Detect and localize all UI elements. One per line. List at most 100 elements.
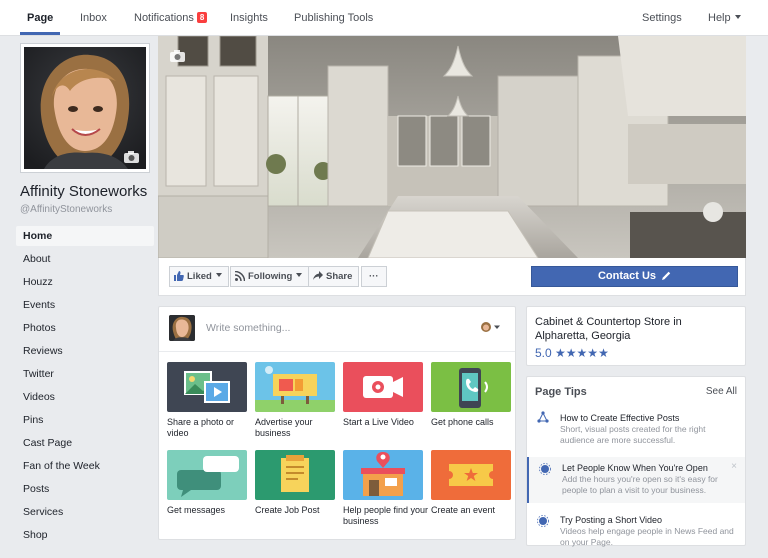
tab-page[interactable]: Page bbox=[27, 12, 53, 24]
page-title[interactable]: Affinity Stoneworks bbox=[20, 183, 147, 200]
contact-us-button[interactable]: Contact Us bbox=[531, 266, 738, 287]
create-event-tile[interactable] bbox=[431, 450, 511, 500]
tip-title: Try Posting a Short Video bbox=[560, 515, 663, 525]
avatar-small-icon bbox=[481, 322, 500, 332]
chevron-down-icon bbox=[734, 15, 741, 19]
page-tips-heading: Page Tips bbox=[535, 386, 587, 398]
camera-icon[interactable] bbox=[170, 50, 185, 65]
sidebar-item-photos[interactable]: Photos bbox=[16, 318, 154, 338]
tab-publishing-tools[interactable]: Publishing Tools bbox=[294, 12, 373, 24]
page-rating[interactable]: 5.0 ★★★★★ bbox=[535, 346, 609, 360]
tip-item[interactable]: Try Posting a Short Video Videos help en… bbox=[527, 509, 745, 547]
share-photo-video-tile[interactable] bbox=[167, 362, 247, 412]
tab-settings[interactable]: Settings bbox=[642, 12, 682, 24]
rss-icon bbox=[234, 270, 246, 282]
sidebar-item-pins[interactable]: Pins bbox=[16, 410, 154, 430]
write-something-input[interactable]: Write something... bbox=[206, 322, 290, 334]
get-phone-calls-label: Get phone calls bbox=[431, 417, 494, 427]
sidebar-item-houzz[interactable]: Houzz bbox=[16, 272, 154, 292]
get-messages-tile[interactable] bbox=[167, 450, 247, 500]
tab-notifications[interactable]: Notifications 8 bbox=[134, 12, 208, 24]
live-video-camera-icon bbox=[363, 376, 403, 398]
network-icon bbox=[537, 411, 549, 426]
page-action-bar: Liked Following Share ··· Contact Us bbox=[158, 258, 746, 296]
share-arrow-icon bbox=[313, 271, 323, 280]
clock-icon bbox=[539, 463, 551, 478]
following-label: Following bbox=[248, 271, 293, 282]
sidebar-item-cast-page[interactable]: Cast Page bbox=[16, 433, 154, 453]
start-live-video-label: Start a Live Video bbox=[343, 417, 414, 427]
divider bbox=[159, 351, 515, 352]
get-phone-calls-tile[interactable] bbox=[431, 362, 511, 412]
share-button[interactable]: Share bbox=[308, 266, 360, 287]
sidebar-item-services[interactable]: Services bbox=[16, 502, 154, 522]
left-column: Affinity Stoneworks @AffinityStoneworks … bbox=[12, 36, 158, 558]
create-event-label: Create an event bbox=[431, 505, 496, 515]
page-category[interactable]: Cabinet & Countertop Store in Alpharetta… bbox=[535, 315, 735, 343]
help-people-find-label: Help people find your business bbox=[343, 505, 429, 526]
active-tab-indicator bbox=[20, 32, 60, 35]
tip-item-highlighted[interactable]: Let People Know When You're Open Add the… bbox=[527, 457, 745, 503]
chat-bubbles-icon bbox=[177, 456, 239, 497]
tip-title: How to Create Effective Posts bbox=[560, 413, 680, 423]
avatar bbox=[169, 315, 195, 341]
create-job-post-label: Create Job Post bbox=[255, 505, 320, 515]
cover-photo[interactable] bbox=[158, 36, 746, 258]
ticket-icon bbox=[449, 464, 493, 486]
following-button[interactable]: Following bbox=[230, 266, 310, 287]
sidebar-item-posts[interactable]: Posts bbox=[16, 479, 154, 499]
profile-picture[interactable] bbox=[21, 44, 149, 172]
rating-value: 5.0 bbox=[535, 346, 552, 360]
sidebar-item-about[interactable]: About bbox=[16, 249, 154, 269]
sidebar-item-fan-of-the-week[interactable]: Fan of the Week bbox=[16, 456, 154, 476]
get-messages-label: Get messages bbox=[167, 505, 226, 515]
tip-title: Let People Know When You're Open bbox=[562, 463, 708, 473]
profile-photo bbox=[24, 47, 146, 169]
help-people-find-tile[interactable] bbox=[343, 450, 423, 500]
share-photo-video-label: Share a photo or video bbox=[167, 417, 235, 438]
storefront-icon bbox=[361, 452, 405, 496]
billboard-icon bbox=[255, 366, 335, 412]
video-tip-icon bbox=[537, 515, 549, 530]
chevron-down-icon bbox=[215, 273, 222, 277]
advertise-business-tile[interactable] bbox=[255, 362, 335, 412]
rating-stars: ★★★★★ bbox=[555, 346, 609, 360]
tab-insights[interactable]: Insights bbox=[230, 12, 268, 24]
tip-description: Add the hours you're open so it's easy f… bbox=[562, 474, 718, 495]
more-options-button[interactable]: ··· bbox=[361, 266, 387, 287]
chevron-down-icon bbox=[296, 273, 303, 277]
post-composer: Write something... Share a photo or vide… bbox=[158, 306, 516, 540]
page-tips-card: Page Tips See All How to Create Effectiv… bbox=[526, 376, 746, 547]
thumbs-up-icon bbox=[174, 271, 184, 281]
sidebar-item-twitter[interactable]: Twitter bbox=[16, 364, 154, 384]
sidebar-item-videos[interactable]: Videos bbox=[16, 387, 154, 407]
share-label: Share bbox=[326, 271, 353, 282]
sidebar-item-reviews[interactable]: Reviews bbox=[16, 341, 154, 361]
advertise-business-label: Advertise your business bbox=[255, 417, 313, 438]
page-info-card: Cabinet & Countertop Store in Alpharetta… bbox=[526, 306, 746, 366]
sidebar-item-shop[interactable]: Shop bbox=[16, 525, 154, 545]
tab-inbox[interactable]: Inbox bbox=[80, 12, 107, 24]
help-label: Help bbox=[708, 12, 731, 24]
phone-icon bbox=[459, 368, 488, 408]
post-as-selector[interactable] bbox=[481, 322, 501, 335]
see-all-link[interactable]: See All bbox=[706, 386, 737, 397]
tip-item[interactable]: How to Create Effective Posts Short, vis… bbox=[527, 407, 745, 451]
close-icon[interactable]: × bbox=[731, 461, 737, 472]
notifications-label: Notifications bbox=[134, 12, 194, 24]
page-handle[interactable]: @AffinityStoneworks bbox=[20, 204, 112, 215]
tip-description: Videos help engage people in News Feed a… bbox=[560, 526, 734, 547]
create-job-post-tile[interactable] bbox=[255, 450, 335, 500]
contact-us-label: Contact Us bbox=[597, 270, 656, 282]
liked-button[interactable]: Liked bbox=[169, 266, 229, 287]
sidebar-item-events[interactable]: Events bbox=[16, 295, 154, 315]
liked-label: Liked bbox=[187, 271, 212, 282]
top-nav: Page Inbox Notifications 8 Insights Publi… bbox=[0, 0, 768, 36]
job-post-icon bbox=[281, 455, 309, 492]
tab-help[interactable]: Help bbox=[708, 12, 741, 24]
start-live-video-tile[interactable] bbox=[343, 362, 423, 412]
cover-image bbox=[158, 36, 746, 258]
notifications-badge: 8 bbox=[196, 12, 208, 23]
sidebar-item-home[interactable]: Home bbox=[16, 226, 154, 246]
photo-video-icon bbox=[184, 371, 230, 403]
